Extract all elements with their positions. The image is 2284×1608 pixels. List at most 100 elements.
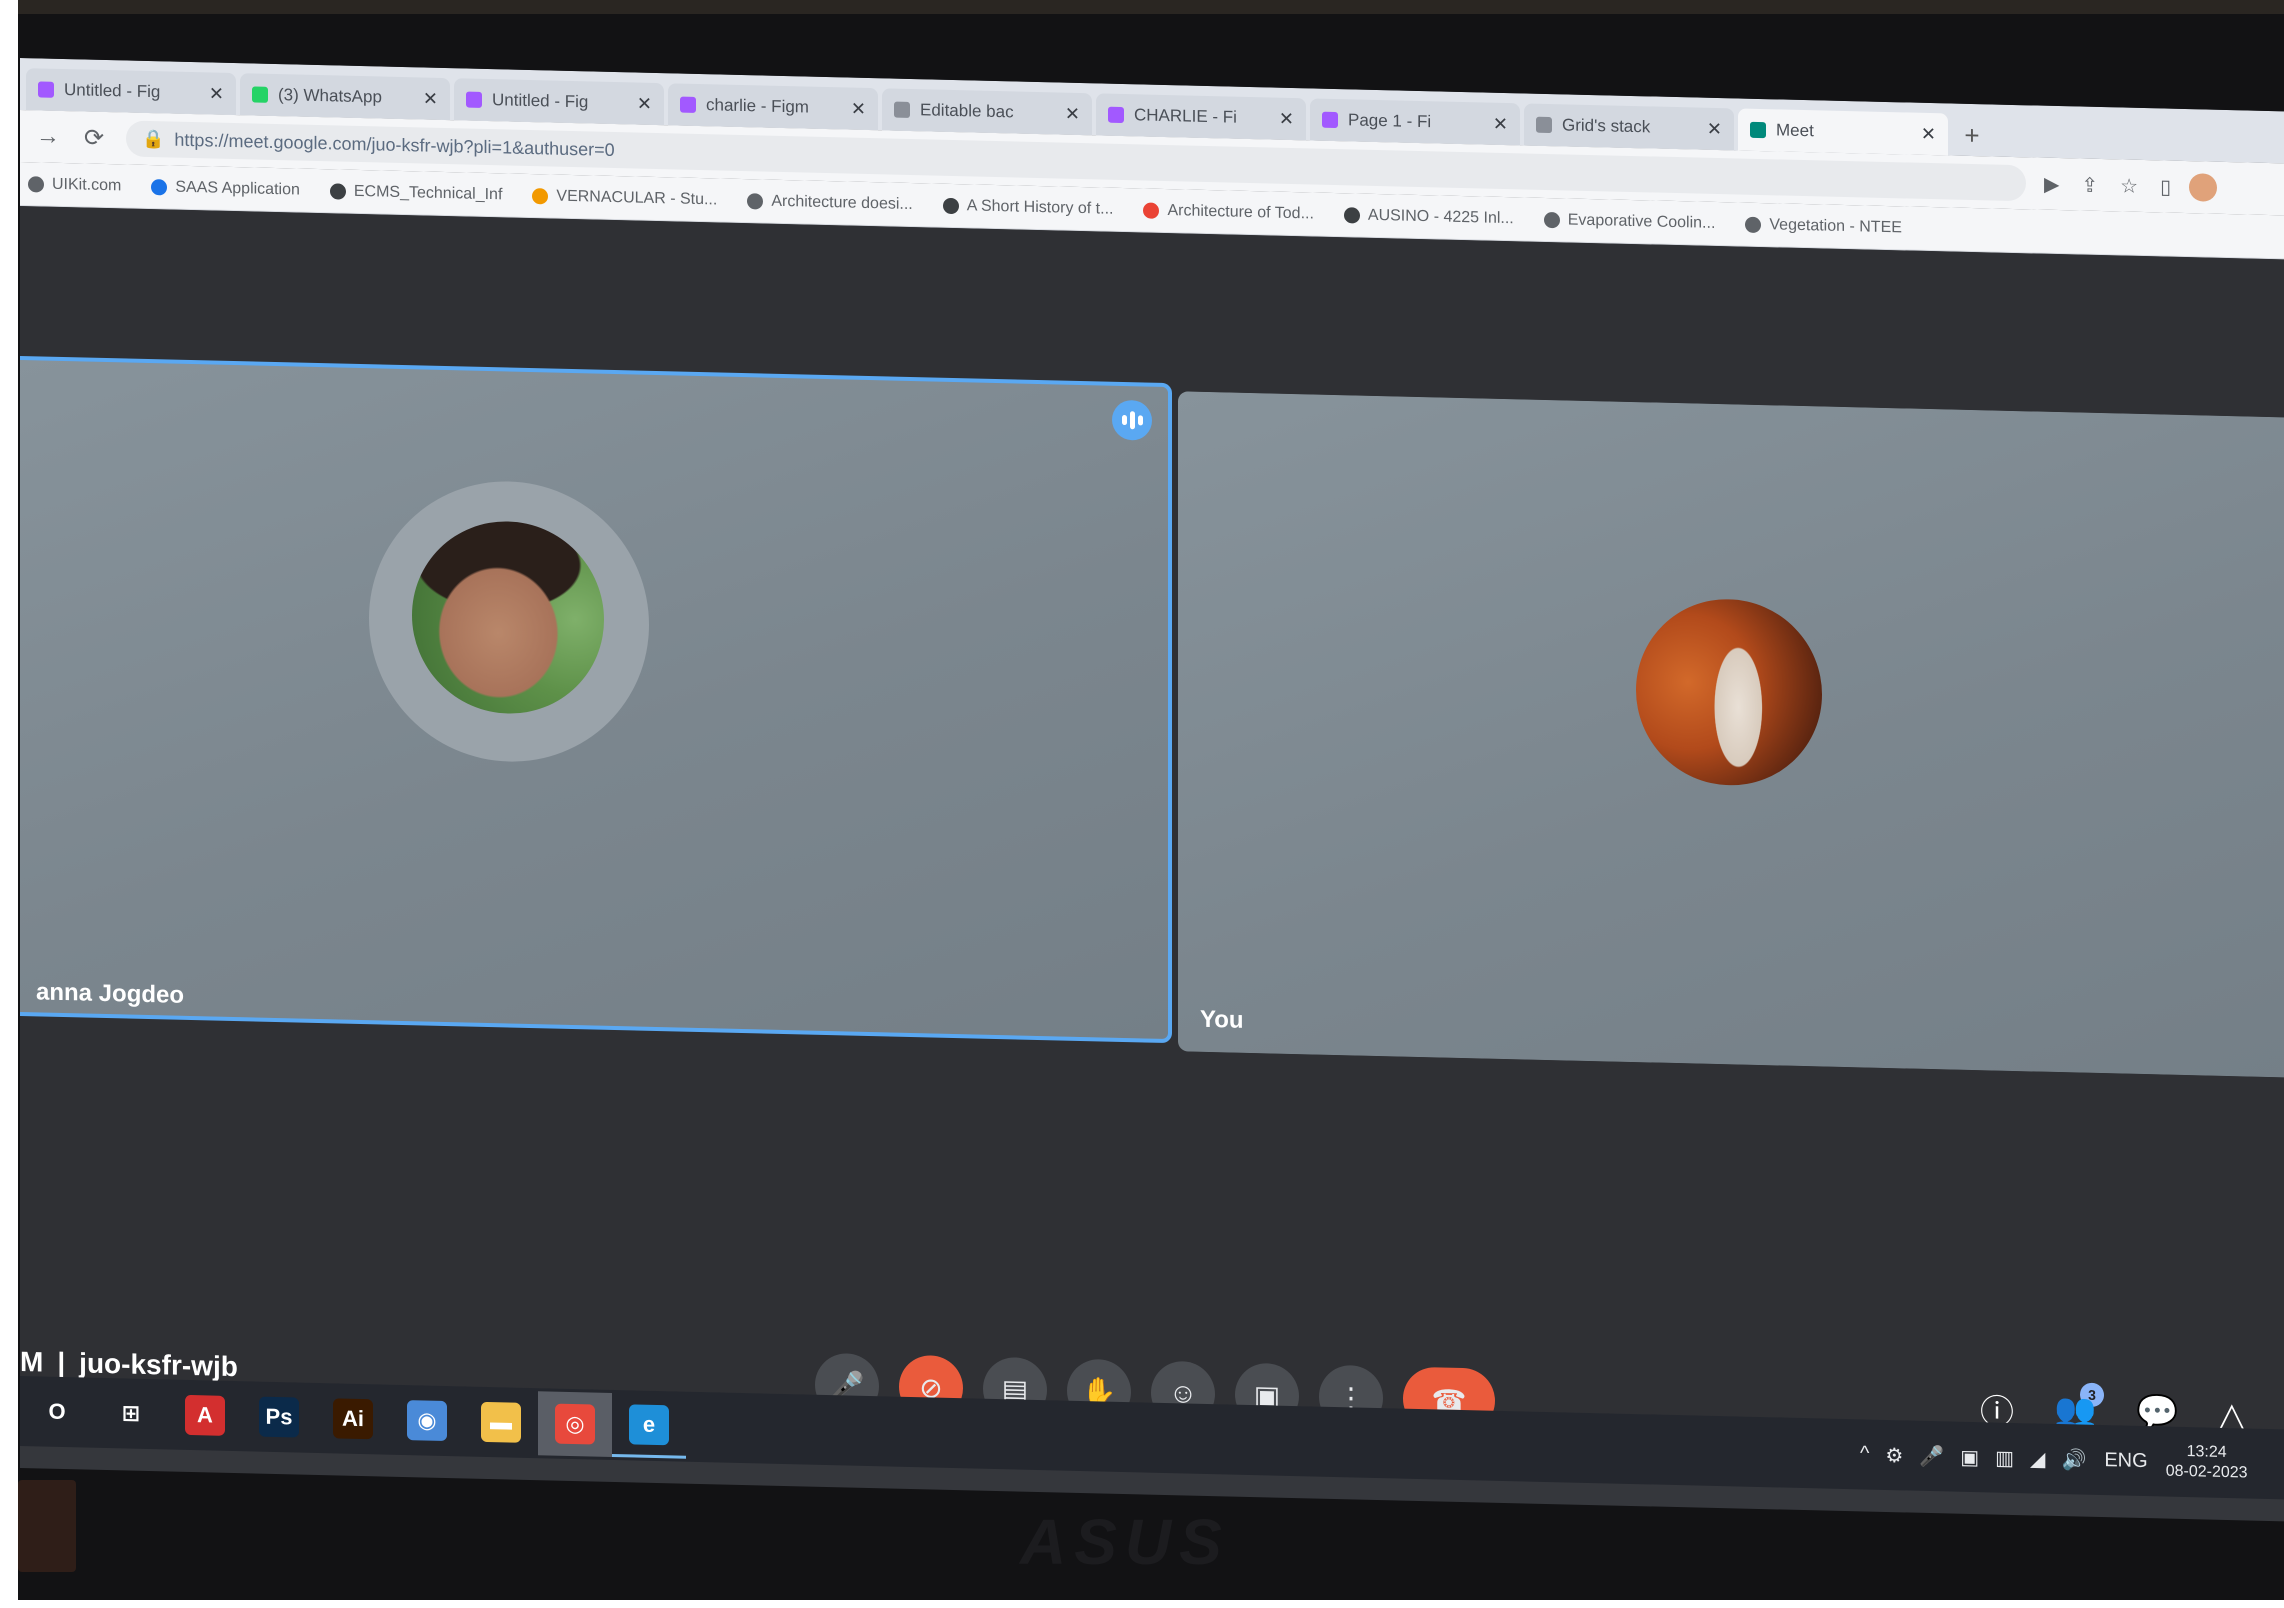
tab-title: Editable bac: [920, 100, 1014, 122]
bookmark-icon: [1343, 206, 1360, 224]
taskbar-app[interactable]: ◉: [390, 1388, 464, 1454]
tab-title: Meet: [1776, 120, 1814, 141]
close-icon[interactable]: ✕: [1279, 108, 1294, 129]
close-icon[interactable]: ✕: [1065, 103, 1080, 124]
close-icon[interactable]: ✕: [1921, 123, 1936, 144]
browser-tab[interactable]: Untitled - Fig ✕: [454, 78, 664, 126]
tab-title: Untitled - Fig: [64, 80, 161, 102]
bookmark-label: AUSINO - 4225 Inl...: [1367, 206, 1514, 227]
taskbar-app[interactable]: Ps: [242, 1384, 316, 1450]
close-icon[interactable]: ✕: [423, 88, 438, 109]
taskbar-app[interactable]: Ai: [316, 1386, 390, 1452]
browser-tab[interactable]: Meet ✕: [1738, 108, 1948, 156]
browser-tab[interactable]: Page 1 - Fi ✕: [1310, 98, 1520, 146]
browser-tab[interactable]: CHARLIE - Fi ✕: [1096, 93, 1306, 141]
bookmark-icon: [1143, 201, 1160, 219]
speaking-indicator-icon: [1112, 399, 1152, 441]
taskbar-app[interactable]: ◎: [538, 1391, 612, 1457]
close-icon[interactable]: ✕: [1707, 118, 1722, 139]
bookmark-label: Architecture of Tod...: [1167, 201, 1314, 222]
browser-tab[interactable]: Grid's stack ✕: [1524, 103, 1734, 151]
browser-tab[interactable]: charlie - Figm ✕: [668, 83, 878, 131]
participant-tile-self[interactable]: You: [1178, 391, 2284, 1078]
laptop-brand-logo: ASUS: [1020, 1506, 1230, 1578]
language-indicator[interactable]: ENG: [2104, 1449, 2147, 1473]
close-icon[interactable]: ✕: [1493, 113, 1508, 134]
laptop-bezel-top: [18, 0, 2284, 14]
bookmark-icon: [28, 175, 44, 193]
lock-icon: 🔒: [142, 128, 165, 149]
bookmark-icon: [1543, 211, 1560, 228]
bookmark-label: Evaporative Coolin...: [1567, 210, 1716, 232]
bookmark-item[interactable]: A Short History of t...: [942, 196, 1114, 218]
tray-icon[interactable]: ▥: [1995, 1445, 2014, 1470]
taskbar-app[interactable]: e: [612, 1392, 686, 1459]
tray-icon[interactable]: ⚙: [1885, 1442, 1903, 1467]
self-name: You: [1200, 1005, 1244, 1034]
meeting-separator: |: [57, 1346, 66, 1379]
share-icon[interactable]: ⇪: [2081, 172, 2098, 197]
tray-icon[interactable]: ◢: [2030, 1446, 2045, 1471]
bookmark-item[interactable]: ECMS_Technical_Inf: [329, 182, 503, 204]
bookmark-item[interactable]: Evaporative Coolin...: [1543, 210, 1716, 232]
bookmark-item[interactable]: Architecture doesi...: [747, 192, 913, 214]
tray-icon[interactable]: 🔊: [2061, 1447, 2086, 1473]
acrobat-icon: A: [185, 1394, 225, 1436]
taskbar-clock[interactable]: 13:24 08-02-2023: [2166, 1442, 2248, 1484]
new-tab-button[interactable]: +: [1952, 114, 1992, 157]
taskbar-app[interactable]: A: [168, 1382, 242, 1448]
browser-tab[interactable]: Editable bac ✕: [882, 88, 1092, 136]
edge-icon: e: [629, 1403, 669, 1445]
profile-avatar[interactable]: [2189, 173, 2218, 202]
browser-tab[interactable]: (3) WhatsApp ✕: [240, 73, 450, 121]
bookmark-item[interactable]: Vegetation - NTEE: [1745, 215, 1902, 237]
tab-favicon-icon: [1750, 121, 1766, 139]
tab-favicon-icon: [252, 86, 268, 103]
bookmark-label: Architecture doesi...: [771, 192, 913, 213]
bookmark-icon: [1745, 216, 1762, 233]
bookmark-item[interactable]: VERNACULAR - Stu...: [532, 187, 717, 209]
sidepanel-icon[interactable]: ▯: [2160, 174, 2171, 199]
taskbar-app[interactable]: O: [20, 1379, 94, 1445]
taskbar-app[interactable]: ▬: [464, 1389, 538, 1455]
tray-icon[interactable]: ^: [1860, 1442, 1869, 1467]
bookmark-icon: [747, 192, 764, 210]
bookmark-item[interactable]: AUSINO - 4225 Inl...: [1343, 206, 1514, 228]
app-icon: ◉: [407, 1400, 447, 1442]
system-tray: ^ ⚙ 🎤 ▣ ▥ ◢ 🔊 ENG 13:24 08-02-2023: [1860, 1419, 2248, 1498]
meet-area: anna Jogdeo You M | juo-ksfr-wjb 🎤 ⊘ ▤ ✋ ☺ ▣ ⋮…: [20, 206, 2284, 1434]
tab-title: Grid's stack: [1562, 115, 1651, 137]
participant-name: anna Jogdeo: [36, 978, 185, 1009]
tab-favicon-icon: [1108, 106, 1124, 124]
bookmark-label: A Short History of t...: [966, 196, 1114, 218]
laptop-sticker: [18, 1480, 76, 1572]
bookmark-item[interactable]: SAAS Application: [151, 178, 300, 200]
bookmark-icon: [151, 178, 168, 195]
close-icon[interactable]: ✕: [637, 93, 652, 114]
search-icon: O: [48, 1398, 66, 1425]
forward-icon[interactable]: →: [34, 122, 62, 151]
bookmark-item[interactable]: Architecture of Tod...: [1143, 201, 1314, 223]
tab-title: CHARLIE - Fi: [1134, 105, 1237, 127]
close-icon[interactable]: ✕: [209, 83, 224, 104]
tray-icon[interactable]: ▣: [1960, 1444, 1979, 1469]
clock-time: 13:24: [2186, 1443, 2227, 1462]
bookmark-label: VERNACULAR - Stu...: [556, 187, 718, 208]
bookmark-label: ECMS_Technical_Inf: [353, 182, 503, 203]
participant-tile-speaking[interactable]: anna Jogdeo: [20, 355, 1172, 1044]
clock-date: 08-02-2023: [2165, 1462, 2248, 1482]
reload-icon[interactable]: ⟳: [80, 123, 108, 153]
address-bar-url: https://meet.google.com/juo-ksfr-wjb?pli…: [174, 129, 615, 160]
tray-icon[interactable]: 🎤: [1919, 1443, 1944, 1469]
tab-title: Untitled - Fig: [492, 90, 589, 112]
close-icon[interactable]: ✕: [851, 98, 866, 119]
tab-favicon-icon: [466, 91, 482, 108]
tab-title: Page 1 - Fi: [1348, 110, 1432, 132]
tab-favicon-icon: [38, 81, 54, 98]
bookmark-label: Vegetation - NTEE: [1769, 215, 1902, 236]
star-icon[interactable]: ☆: [2120, 173, 2138, 198]
browser-tab[interactable]: Untitled - Fig ✕: [26, 68, 236, 116]
camera-icon[interactable]: ▶: [2044, 171, 2059, 196]
taskbar-app[interactable]: ⊞: [94, 1381, 168, 1447]
bookmark-item[interactable]: UIKit.com: [28, 175, 121, 195]
